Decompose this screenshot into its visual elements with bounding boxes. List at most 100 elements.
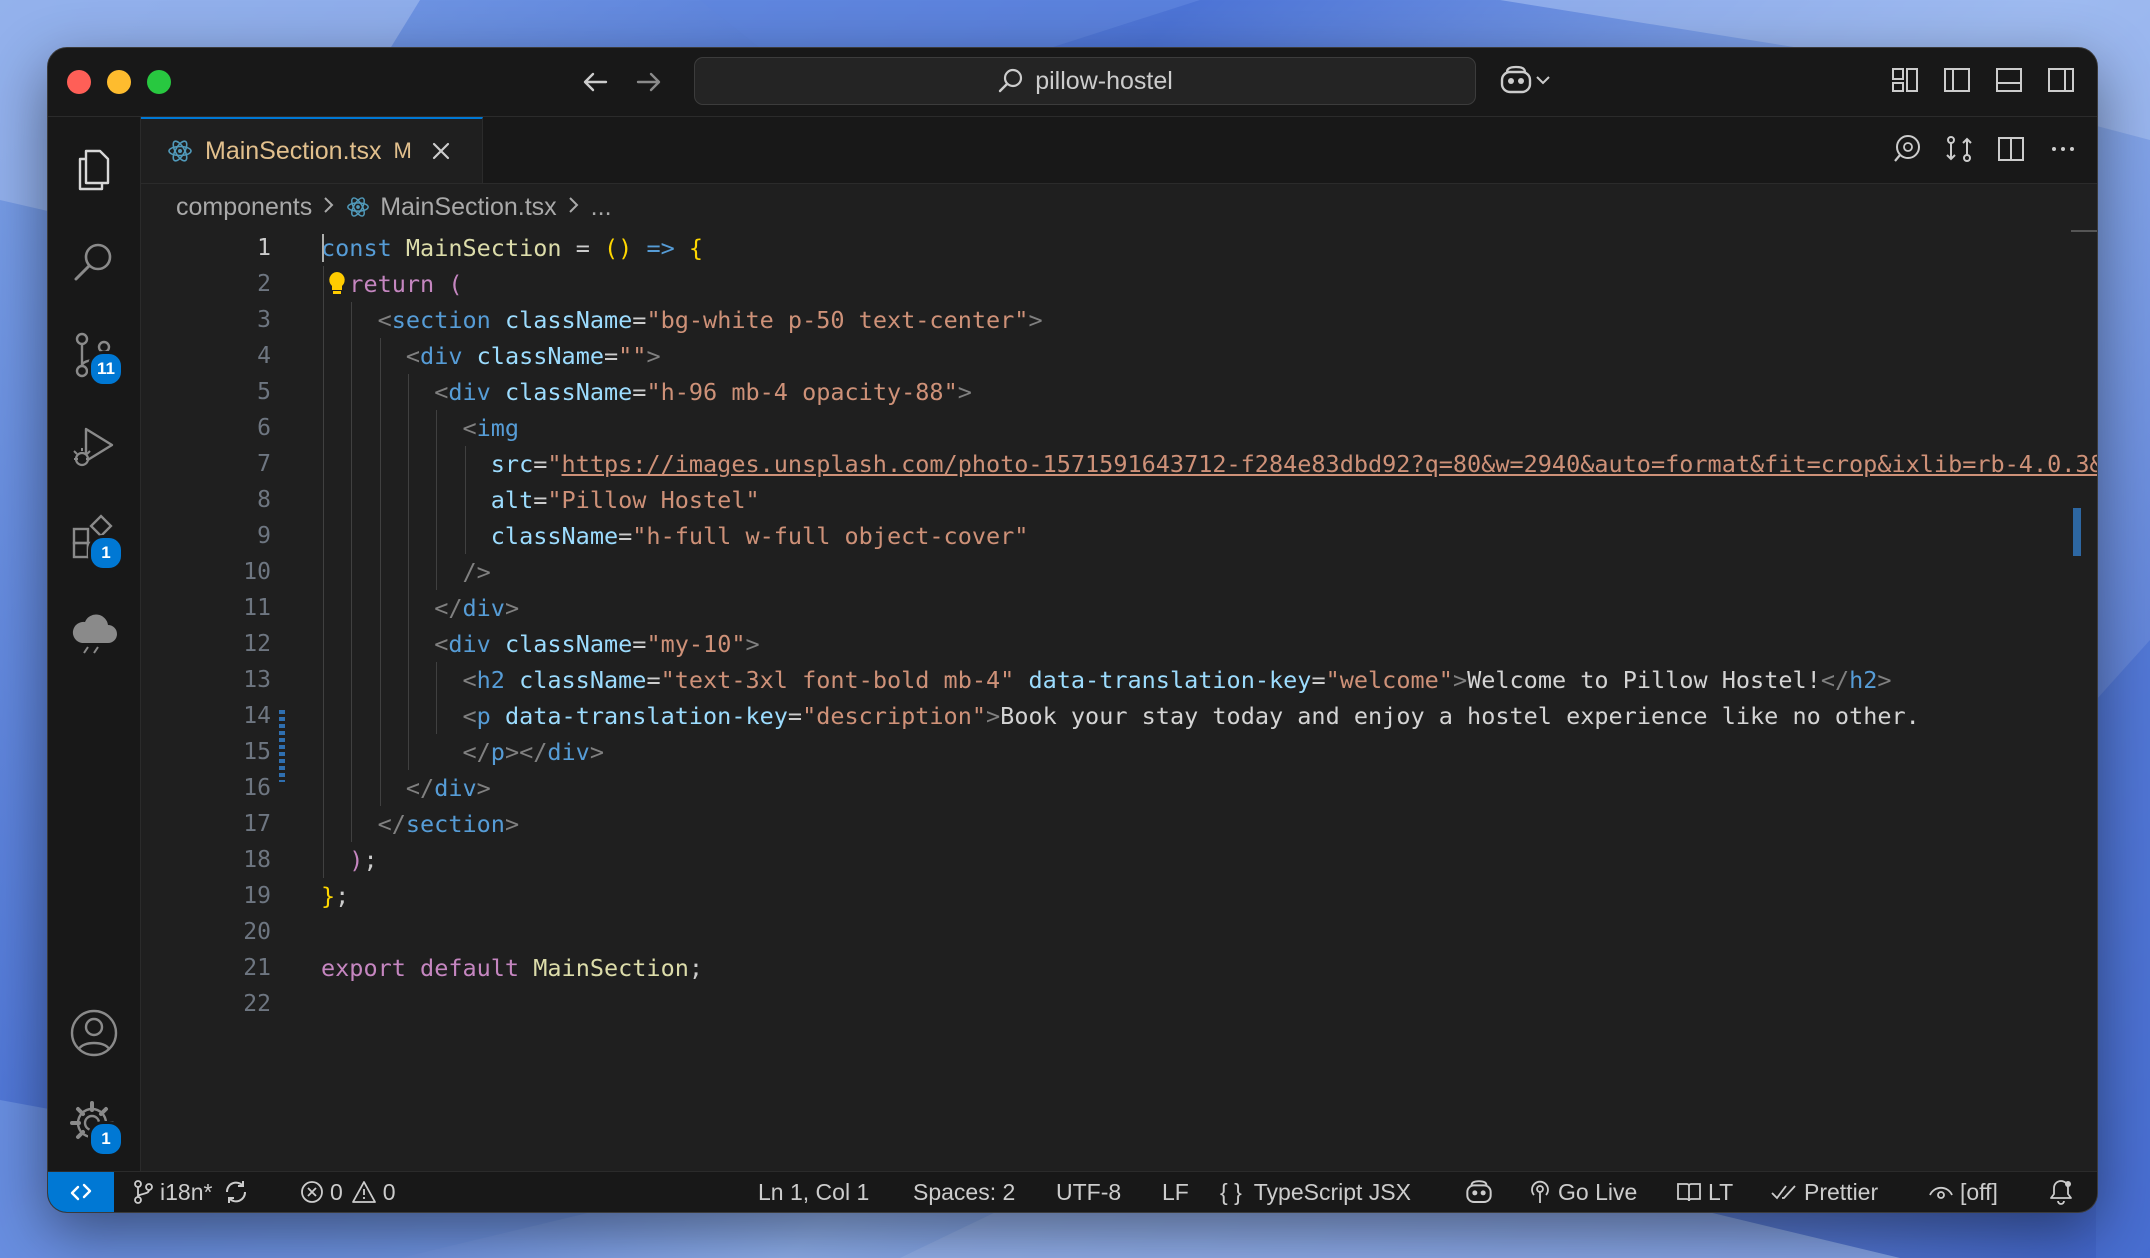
cursor-position[interactable]: Ln 1, Col 1 [758, 1172, 869, 1212]
error-count: 0 [330, 1178, 343, 1205]
code-line[interactable]: <img [321, 410, 519, 446]
code-line[interactable]: ); [321, 842, 377, 878]
code-token: = [632, 306, 647, 334]
code-token: "h-96 mb-4 opacity-88" [646, 378, 958, 406]
line-number: 7 [257, 451, 271, 477]
code-token: className [504, 378, 633, 406]
language-mode[interactable]: { } TypeScript JSX [1220, 1172, 1411, 1212]
encoding-status[interactable]: UTF-8 [1056, 1172, 1121, 1212]
code-line[interactable]: const MainSection = () => { [321, 230, 703, 266]
copilot-chat-icon[interactable] [1891, 133, 1923, 165]
copilot-menu-button[interactable] [1498, 64, 1552, 96]
go-live-button[interactable]: Go Live [1528, 1172, 1637, 1212]
book-icon [1677, 1183, 1701, 1202]
run-debug-icon[interactable] [68, 421, 120, 473]
braces-icon: { } [1220, 1178, 1242, 1205]
breadcrumb-folder[interactable]: components [176, 193, 312, 222]
code-token: { [688, 234, 704, 262]
status-bar: i18n* 0 0 Ln 1, Col 1 Spaces: 2 UTF-8 LF… [48, 1171, 2097, 1212]
toggle-panel-icon[interactable] [1993, 64, 2025, 96]
code-line[interactable]: <h2 className="text-3xl font-bold mb-4" … [321, 662, 1891, 698]
code-token: = [533, 450, 548, 478]
code-token: p [476, 702, 491, 730]
sync-icon[interactable] [222, 1178, 250, 1206]
code-token: < [434, 630, 449, 658]
code-line[interactable]: src="https://images.unsplash.com/photo-1… [321, 446, 2097, 482]
indentation-status[interactable]: Spaces: 2 [913, 1172, 1015, 1212]
code-token: = [632, 378, 647, 406]
open-changes-icon[interactable] [1943, 133, 1975, 165]
more-actions-icon[interactable] [2047, 133, 2079, 165]
code-line[interactable]: </p></div> [321, 734, 604, 770]
toggle-secondary-sidebar-icon[interactable] [2045, 64, 2077, 96]
code-line[interactable]: /> [321, 554, 490, 590]
code-line[interactable]: alt="Pillow Hostel" [321, 482, 760, 518]
warning-count: 0 [382, 1178, 396, 1205]
code-line[interactable]: <section className="bg-white p-50 text-c… [321, 302, 1043, 338]
maximize-window-button[interactable] [147, 70, 171, 94]
remote-indicator-icon[interactable] [48, 1172, 114, 1212]
line-number: 6 [257, 415, 271, 441]
code-line[interactable]: export default MainSection; [321, 950, 703, 986]
code-token: h2 [1849, 666, 1878, 694]
code-line[interactable]: </div> [321, 590, 519, 626]
code-line[interactable]: <div className="h-96 mb-4 opacity-88"> [321, 374, 972, 410]
line-number: 14 [243, 703, 271, 729]
back-arrow-icon[interactable] [578, 66, 614, 98]
line-number: 1 [257, 235, 271, 261]
branch-status[interactable]: i18n* [132, 1172, 256, 1212]
scrollbar-thumb[interactable] [2073, 508, 2081, 556]
code-line[interactable]: </div> [321, 770, 491, 806]
code-editor[interactable]: 1 2 3 4 5 6 7 8 9 10 11 12 13 14 15 16 17 18 19 20 21 22 cons… [141, 230, 2097, 1172]
eol-status[interactable]: LF [1162, 1172, 1189, 1212]
lightbulb-icon[interactable] [326, 270, 348, 298]
forward-arrow-icon[interactable] [630, 66, 666, 98]
warning-icon [351, 1181, 376, 1203]
code-token: Book your stay today and enjoy a hostel … [1000, 702, 1920, 730]
settings-gear-icon[interactable]: 1 [68, 1099, 124, 1157]
toggle-primary-sidebar-icon[interactable] [1941, 64, 1973, 96]
line-number: 20 [243, 919, 271, 945]
minimize-window-button[interactable] [107, 70, 131, 94]
line-number: 18 [243, 847, 271, 873]
accounts-icon[interactable] [68, 1007, 120, 1059]
notifications-bell-icon[interactable] [2048, 1172, 2080, 1212]
explorer-icon[interactable] [68, 145, 120, 197]
line-number: 22 [243, 991, 271, 1017]
preview-status[interactable]: [off] [1928, 1172, 1998, 1212]
code-line[interactable]: </section> [321, 806, 520, 842]
code-line[interactable]: <p data-translation-key="description">Bo… [321, 698, 1920, 734]
copilot-status-icon[interactable] [1464, 1172, 1500, 1212]
customize-layout-icon[interactable] [1889, 64, 1921, 96]
breadcrumb-file[interactable]: MainSection.tsx [380, 193, 556, 222]
extensions-icon[interactable]: 1 [68, 513, 124, 571]
close-window-button[interactable] [67, 70, 91, 94]
command-center-search[interactable]: pillow-hostel [694, 57, 1476, 105]
chevron-down-icon [1536, 76, 1550, 85]
code-line[interactable]: }; [321, 878, 349, 914]
cloud-icon[interactable] [68, 605, 120, 657]
close-icon[interactable] [430, 140, 452, 162]
languagetool-status[interactable]: LT [1676, 1172, 1733, 1212]
code-token: > [589, 738, 604, 766]
source-control-icon[interactable]: 11 [68, 329, 124, 387]
prettier-status[interactable]: Prettier [1770, 1172, 1878, 1212]
code-line[interactable]: className="h-full w-full object-cover" [321, 518, 1029, 554]
code-line[interactable]: <div className="my-10"> [321, 626, 759, 662]
code-line[interactable]: <div className=""> [321, 338, 661, 374]
code-token: MainSection [405, 234, 562, 262]
split-editor-icon[interactable] [1995, 133, 2027, 165]
code-token: div [462, 594, 505, 622]
search-icon[interactable] [68, 237, 120, 289]
breadcrumb-symbols[interactable]: ... [591, 193, 612, 222]
code-token: Welcome to Pillow Hostel! [1467, 666, 1821, 694]
editor-window: pillow-hostel 11 1 1 MainSection.tsx M c… [47, 47, 2098, 1213]
tab-mainsection[interactable]: MainSection.tsx M [141, 117, 483, 183]
problems-status[interactable]: 0 0 [300, 1172, 396, 1212]
